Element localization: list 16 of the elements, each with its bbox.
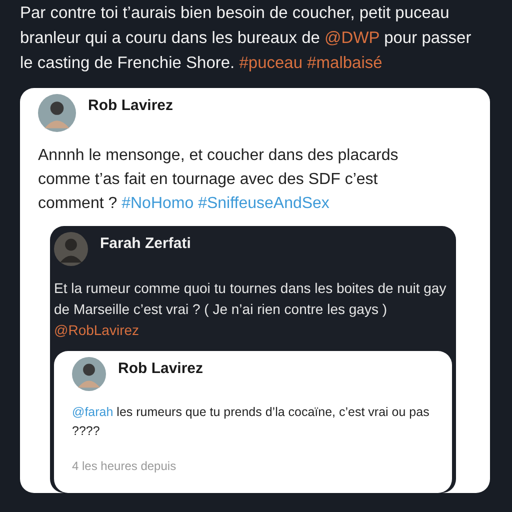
mention-link[interactable]: @farah	[72, 405, 114, 419]
post-text: Par contre toi t’aurais bien besoin de coucher, petit puceau branleur qui a couru dans les bureaux de @DWP pour passer le casting de Frenchie Shore. #puceau #malbaisé	[20, 3, 472, 74]
post-text: @farah les rumeurs que tu prends d’la cocaïne, c’est vrai ou pas ????	[72, 404, 430, 440]
post-text: Et la rumeur comme quoi tu tournes dans les boites de nuit gay de Marseille c’est vrai ? ( Je n’ai rien contre les gays ) @RobLavirez	[54, 279, 448, 340]
timestamp: 4 les heures depuis	[72, 458, 178, 472]
author-name: Rob Lavirez	[118, 360, 204, 377]
hashtag-link[interactable]: #puceau #malbaisé	[239, 54, 382, 72]
mention-link[interactable]: @DWP	[324, 29, 380, 47]
post-text: Annnh le mensonge, et coucher dans des placards comme t’as fait en tournage avec des SDF c’est comment ? #NoHomo #SniffeuseAndSex	[38, 146, 400, 214]
avatar-icon	[38, 94, 76, 132]
hashtag-link[interactable]: #NoHomo #SniffeuseAndSex	[122, 195, 330, 212]
author-name: Rob Lavirez	[88, 97, 174, 114]
avatar-icon	[72, 357, 106, 391]
author-name: Farah Zerfati	[100, 235, 191, 252]
mention-link[interactable]: @RobLavirez	[54, 322, 140, 338]
avatar-icon	[54, 232, 88, 266]
